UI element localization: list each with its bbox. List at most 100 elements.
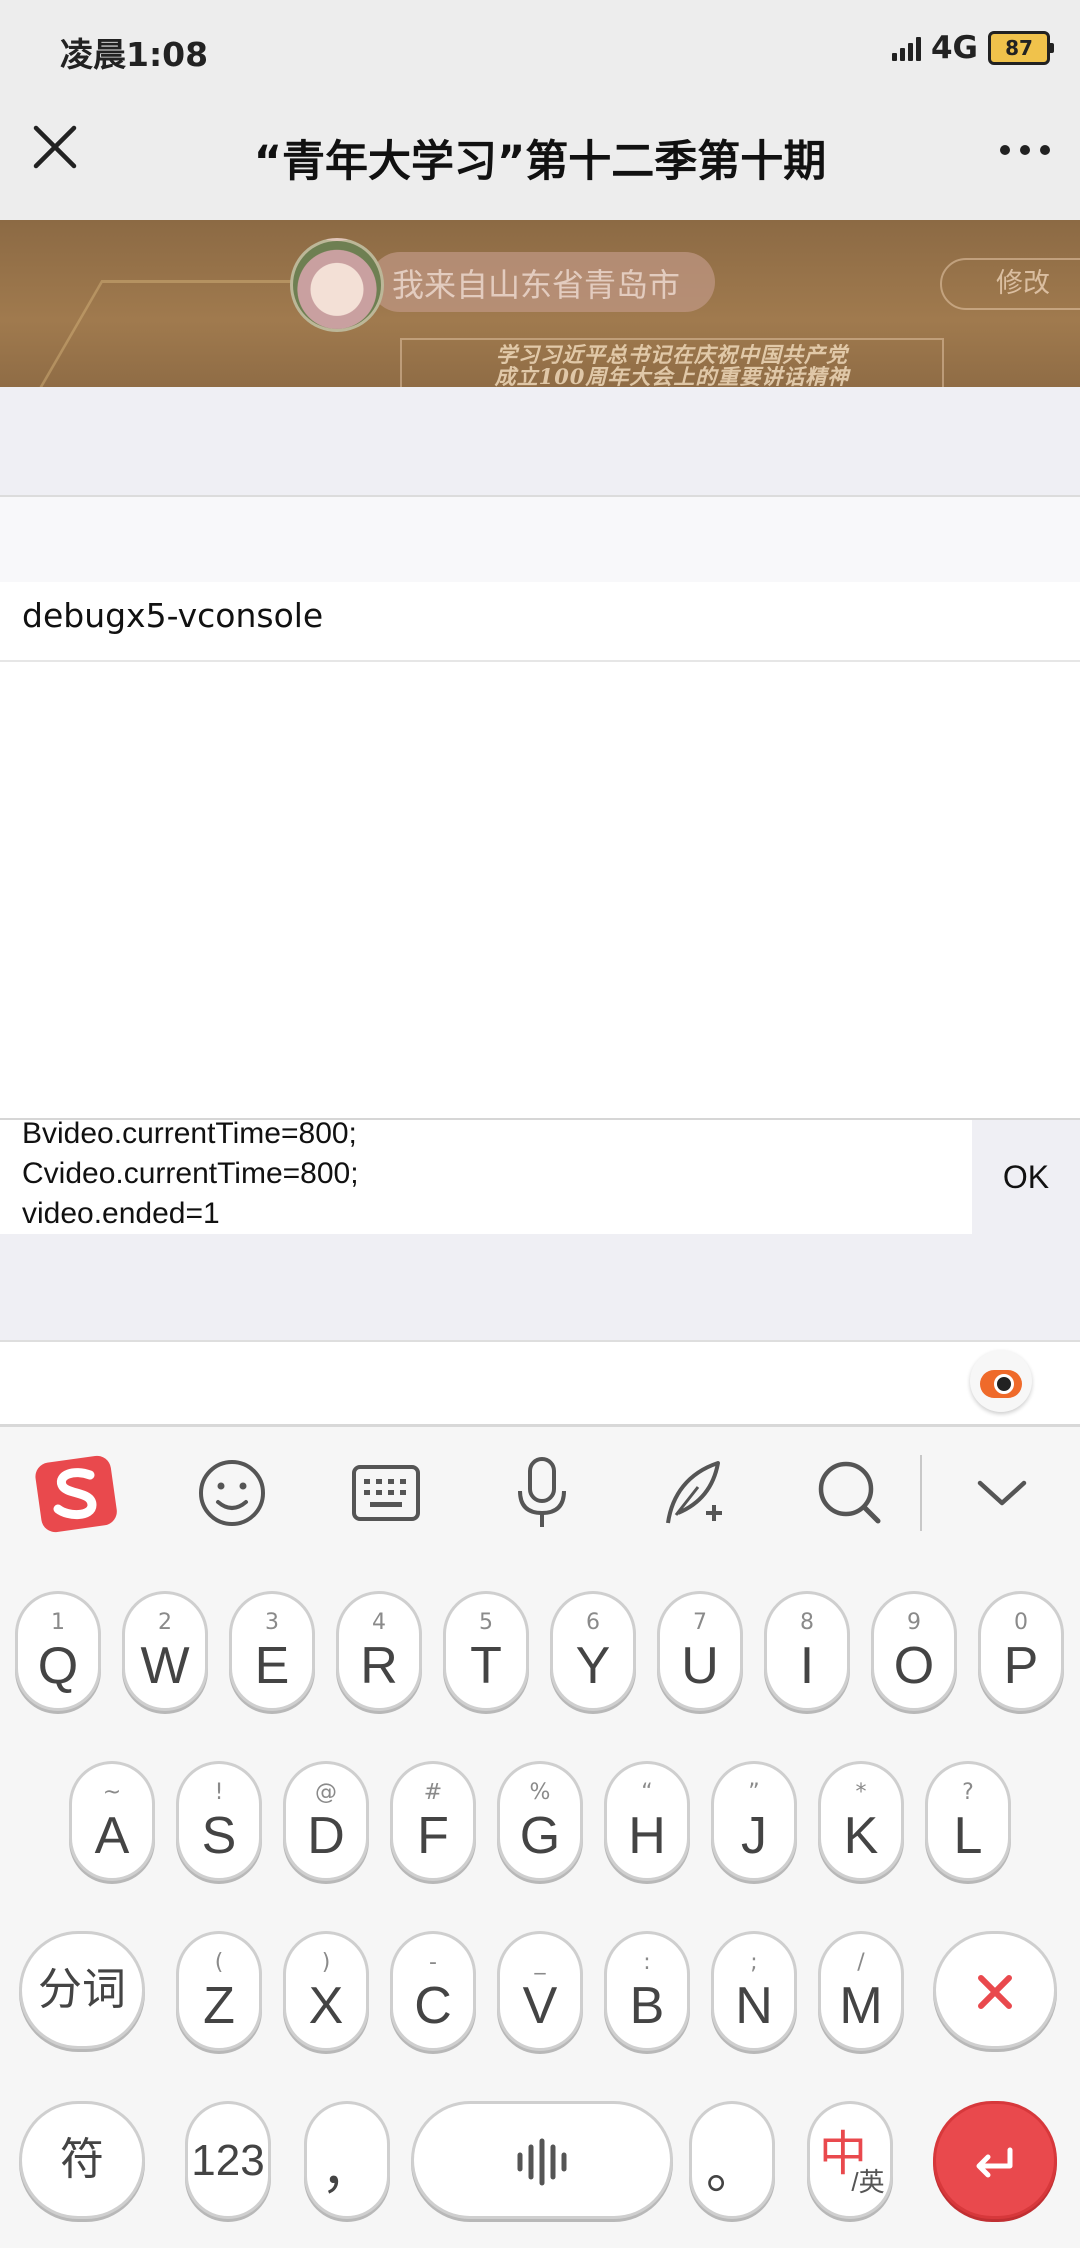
key-i[interactable]: 8I [767,1594,847,1708]
key-n-sub: ; [750,1950,758,1975]
keyboard-icon[interactable] [342,1449,430,1537]
delete-key[interactable] [936,1934,1054,2046]
comma-key-label: ， [320,2142,373,2200]
key-y[interactable]: 6Y [553,1594,633,1708]
key-h-label: H [628,1807,666,1865]
overlay-strip [0,387,1080,495]
more-dots-icon[interactable] [1000,145,1050,155]
key-j-label: J [741,1807,767,1865]
console-log-area [0,662,1080,1118]
key-k[interactable]: * K [821,1764,901,1878]
period-key[interactable]: 。 [692,2104,772,2216]
key-d-sub: @ [315,1780,337,1805]
key-b-sub: : [643,1950,651,1975]
key-r-label: R [360,1637,398,1695]
console-footer [0,1234,1080,1340]
avatar [290,238,384,332]
key-v[interactable]: _ V [500,1934,580,2048]
key-m[interactable]: / M [821,1934,901,2048]
enter-icon [976,2147,1013,2178]
vconsole-float-icon[interactable] [970,1350,1032,1412]
command-input[interactable]: Bvideo.currentTime=800; Cvideo.currentTi… [22,1120,952,1234]
status-indicators: 4G 87 [891,28,1054,68]
key-c[interactable]: -C [393,1934,473,2048]
microphone-icon[interactable] [498,1449,586,1537]
key-w-sub: 2 [158,1610,172,1635]
language-toggle-key[interactable]: 中 /英 [810,2104,890,2216]
handwriting-icon[interactable] [652,1449,740,1537]
key-o-sub: 9 [907,1610,921,1635]
key-r-sub: 4 [372,1610,386,1635]
key-r[interactable]: 4R [339,1594,419,1708]
key-d-label: D [307,1807,345,1865]
console-toolbar [0,1340,1080,1426]
key-t[interactable]: 5T [446,1594,526,1708]
key-m-label: M [839,1977,883,2035]
enter-key[interactable] [936,2104,1054,2216]
battery-level: 87 [1005,36,1033,60]
key-o[interactable]: 9O [874,1594,954,1708]
key-p-sub: 0 [1014,1610,1028,1635]
nav-bar: “青年大学习”第十二季第十期 [0,95,1080,220]
slogan-line-2: 成立100周年大会上的重要讲话精神 [494,364,850,388]
slogan-line-1: 学习习近平总书记在庆祝中国共产党 [496,342,848,367]
key-s-sub: ! [214,1780,224,1805]
key-f-sub: # [423,1780,443,1805]
search-icon[interactable] [806,1449,894,1537]
symbols-key[interactable]: 符 [22,2104,142,2216]
key-o-label: O [893,1637,935,1695]
console-tab[interactable]: debugx5-vconsole [0,582,1080,662]
key-d[interactable]: @ D [286,1764,366,1878]
key-c-label: C [414,1977,452,2035]
comma-key[interactable]: ， [307,2104,387,2216]
key-j[interactable]: ” J [714,1764,794,1878]
status-bar: 凌晨1:08 4G 87 [0,0,1080,95]
key-u-label: U [681,1637,719,1695]
key-y-label: Y [575,1637,611,1695]
key-z[interactable]: (Z [179,1934,259,2048]
key-q-label: Q [37,1637,79,1695]
collapse-chevron-icon[interactable] [958,1449,1046,1537]
keyboard-toolbar [0,1424,1080,1561]
key-b[interactable]: :B [607,1934,687,2048]
key-x-sub: ) [321,1950,331,1975]
key-p[interactable]: 0P [981,1594,1061,1708]
key-p-label: P [1003,1637,1039,1695]
ok-button[interactable]: OK [972,1120,1080,1234]
signal-icon [891,35,921,61]
close-icon[interactable] [28,120,82,174]
key-w[interactable]: 2W [125,1594,205,1708]
key-v-label: V [522,1977,558,2035]
sogou-logo-icon[interactable] [32,1449,120,1537]
numbers-key[interactable]: 123 [188,2104,268,2216]
key-e[interactable]: 3E [232,1594,312,1708]
key-s[interactable]: ! S [179,1764,259,1878]
key-h[interactable]: “H [607,1764,687,1878]
key-q[interactable]: 1Q [18,1594,98,1708]
key-t-label: T [470,1637,502,1695]
key-j-sub: ” [748,1780,760,1805]
edit-location-button[interactable]: 修改 [940,258,1080,310]
segment-key[interactable]: 分词 [22,1934,142,2046]
key-a[interactable]: ~ A [72,1764,152,1878]
page-title: “青年大学习”第十二季第十期 [253,137,827,187]
key-x-label: X [308,1977,344,2035]
key-s-label: S [201,1807,237,1865]
emoji-icon[interactable] [188,1449,276,1537]
period-key-label: 。 [705,2142,758,2200]
key-b-label: B [629,1977,665,2035]
key-e-label: E [254,1637,290,1695]
key-u[interactable]: 7U [660,1594,740,1708]
key-x[interactable]: ) X [286,1934,366,2048]
key-m-sub: / [857,1950,865,1975]
key-i-label: I [799,1637,815,1695]
key-l-sub: ? [962,1780,974,1805]
battery-icon: 87 [988,31,1054,65]
key-l[interactable]: ? L [928,1764,1008,1878]
key-f[interactable]: # F [393,1764,473,1878]
key-n[interactable]: ; N [714,1934,794,2048]
space-key[interactable] [414,2104,670,2216]
key-n-label: N [735,1977,773,2035]
key-y-sub: 6 [586,1610,600,1635]
key-g[interactable]: % G [500,1764,580,1878]
